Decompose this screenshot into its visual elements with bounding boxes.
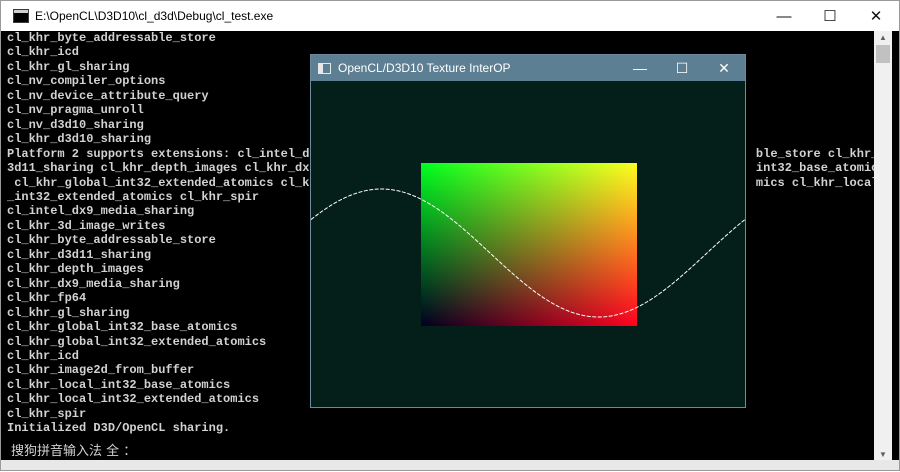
scroll-thumb[interactable]: [876, 45, 890, 63]
d3d-render-canvas[interactable]: [311, 81, 745, 407]
d3d-window-title: OpenCL/D3D10 Texture InterOP: [338, 61, 511, 75]
console-maximize-button[interactable]: ☐: [807, 1, 853, 31]
console-close-button[interactable]: ✕: [853, 1, 899, 31]
console-window-title: E:\OpenCL\D3D10\cl_d3d\Debug\cl_test.exe: [35, 9, 274, 23]
ime-status-bar[interactable]: 搜狗拼音输入法 全 ：: [7, 443, 141, 461]
console-title-bar[interactable]: E:\OpenCL\D3D10\cl_d3d\Debug\cl_test.exe…: [1, 1, 899, 31]
console-caption-buttons: — ☐ ✕: [761, 1, 899, 31]
console-app-icon[interactable]: [13, 9, 29, 23]
console-line: cl_khr_spir: [7, 406, 87, 421]
console-minimize-button[interactable]: —: [761, 1, 807, 31]
d3d-caption-buttons: — ☐ ✕: [619, 55, 745, 81]
console-bottom-strip: [1, 460, 899, 470]
d3d-window: OpenCL/D3D10 Texture InterOP — ☐ ✕: [310, 54, 746, 408]
console-line: cl_khr_byte_addressable_store: [7, 31, 216, 45]
console-line: Initialized D3D/OpenCL sharing.: [7, 421, 231, 436]
d3d-maximize-button[interactable]: ☐: [661, 55, 703, 81]
scroll-up-arrow-icon[interactable]: ▲: [874, 31, 892, 45]
d3d-title-bar[interactable]: OpenCL/D3D10 Texture InterOP — ☐ ✕: [311, 55, 745, 81]
d3d-app-icon[interactable]: [318, 62, 331, 74]
console-scrollbar[interactable]: ▲ ▼: [874, 31, 892, 462]
d3d-close-button[interactable]: ✕: [703, 55, 745, 81]
gradient-texture-quad: [421, 163, 637, 326]
d3d-minimize-button[interactable]: —: [619, 55, 661, 81]
